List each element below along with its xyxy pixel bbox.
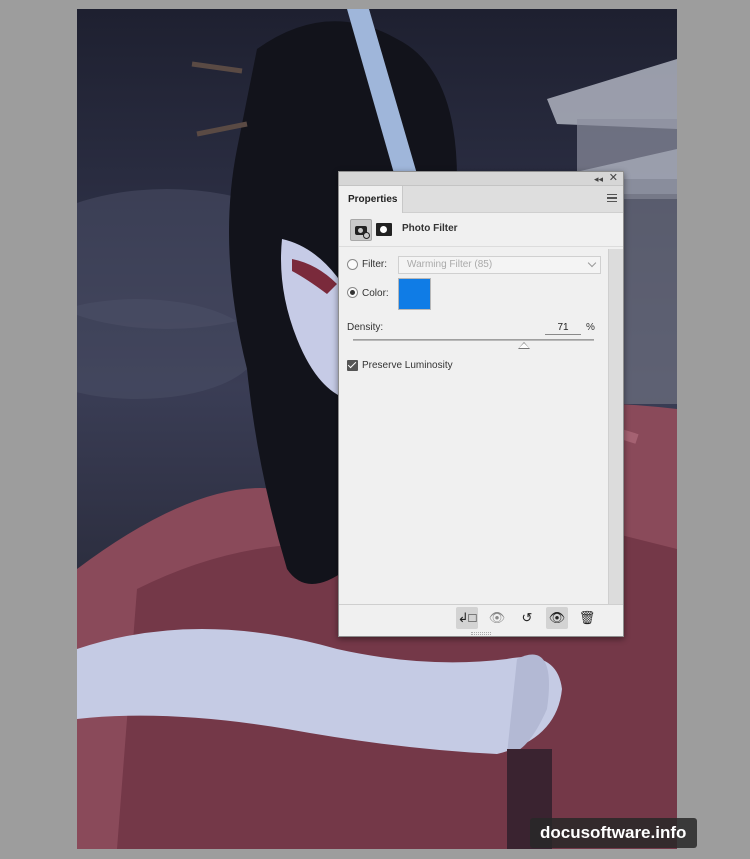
watermark-label: docusoftware.info bbox=[530, 818, 697, 848]
preserve-luminosity-checkbox[interactable] bbox=[347, 360, 358, 371]
close-icon[interactable]: ✕ bbox=[609, 172, 618, 185]
panel-scrollbar[interactable] bbox=[608, 249, 623, 604]
color-swatch[interactable] bbox=[398, 278, 431, 310]
panel-footer: ↲□ 👁 ↺ 👁 🗑 bbox=[339, 604, 623, 630]
preserve-luminosity-label: Preserve Luminosity bbox=[362, 360, 453, 371]
filter-row: Filter: Warming Filter (85) bbox=[339, 256, 623, 274]
preserve-row: Preserve Luminosity bbox=[339, 360, 623, 374]
density-slider-track[interactable] bbox=[353, 339, 594, 341]
clip-to-layer-icon[interactable]: ↲□ bbox=[456, 607, 478, 629]
delete-icon[interactable]: 🗑 bbox=[576, 607, 598, 629]
filter-label: Filter: bbox=[362, 259, 387, 270]
density-label: Density: bbox=[347, 322, 384, 333]
panel-tab-row: Properties bbox=[339, 186, 623, 213]
filter-select[interactable]: Warming Filter (85) bbox=[398, 256, 601, 274]
filter-radio[interactable] bbox=[347, 259, 358, 270]
density-row: Density: 71 % bbox=[339, 322, 623, 358]
panel-menu-icon[interactable] bbox=[607, 194, 617, 202]
visibility-icon[interactable]: 👁 bbox=[546, 607, 568, 629]
layer-mask-icon[interactable] bbox=[376, 223, 392, 236]
filter-select-value: Warming Filter (85) bbox=[407, 259, 493, 270]
photo-filter-adjustment-icon[interactable] bbox=[350, 219, 372, 241]
properties-panel: ◂◂ ✕ Properties Photo Filter Filter: War… bbox=[338, 171, 624, 637]
adjustment-header: Photo Filter bbox=[339, 213, 623, 247]
chevron-down-icon bbox=[587, 258, 597, 268]
adjustment-title: Photo Filter bbox=[402, 223, 458, 234]
panel-title-bar[interactable]: ◂◂ ✕ bbox=[339, 172, 623, 186]
density-input[interactable]: 71 bbox=[545, 322, 581, 335]
color-row: Color: bbox=[339, 278, 623, 310]
color-label: Color: bbox=[362, 288, 389, 299]
reset-icon[interactable]: ↺ bbox=[516, 607, 538, 629]
view-previous-state-icon[interactable]: 👁 bbox=[486, 607, 508, 629]
panel-resize-grip[interactable] bbox=[471, 632, 491, 635]
filter-dot-icon bbox=[363, 232, 370, 239]
density-unit: % bbox=[586, 322, 595, 333]
density-slider-thumb[interactable] bbox=[518, 342, 531, 349]
tab-properties[interactable]: Properties bbox=[339, 186, 403, 213]
color-radio[interactable] bbox=[347, 287, 358, 298]
collapse-icon[interactable]: ◂◂ bbox=[594, 173, 603, 185]
